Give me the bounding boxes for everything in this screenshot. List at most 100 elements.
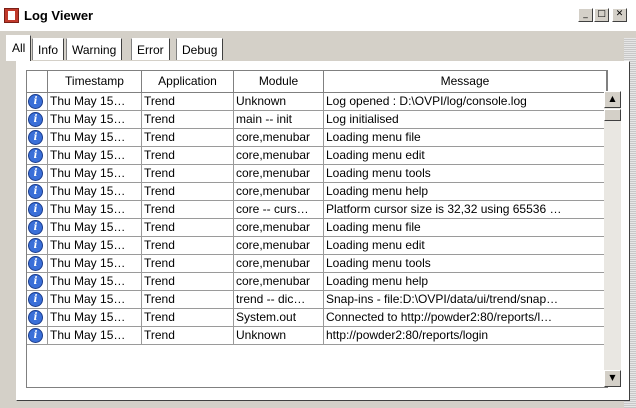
message-cell: Loading menu file: [324, 129, 607, 147]
application-cell: Trend: [142, 255, 234, 273]
application-cell: Trend: [142, 219, 234, 237]
row-icon-cell: i: [27, 237, 48, 255]
message-cell: Loading menu edit: [324, 147, 607, 165]
table-row[interactable]: i Thu May 15… Trend core,menubar Loading men…: [27, 255, 607, 273]
row-icon-cell: i: [27, 147, 48, 165]
timestamp-cell: Thu May 15…: [48, 327, 142, 345]
timestamp-cell: Thu May 15…: [48, 219, 142, 237]
info-icon: i: [28, 256, 43, 271]
application-cell: Trend: [142, 309, 234, 327]
table-row[interactable]: i Thu May 15… Trend core,menubar Loading men…: [27, 237, 607, 255]
timestamp-cell: Thu May 15…: [48, 147, 142, 165]
table-row[interactable]: i Thu May 15… Trend core,menubar Loading men…: [27, 219, 607, 237]
message-cell: Log initialised: [324, 111, 607, 129]
log-table: Timestamp Application Module Message i Th…: [26, 70, 608, 388]
vertical-scrollbar[interactable]: ▲ ▼: [604, 91, 621, 387]
column-header-message[interactable]: Message: [324, 71, 607, 93]
column-header-module[interactable]: Module: [234, 71, 324, 93]
row-icon-cell: i: [27, 93, 48, 111]
info-icon: i: [28, 310, 43, 325]
module-cell: core,menubar: [234, 219, 324, 237]
table-row[interactable]: i Thu May 15… Trend core -- curs… Platform c…: [27, 201, 607, 219]
app-icon: [4, 8, 19, 23]
column-header-icon[interactable]: [27, 71, 48, 93]
row-icon-cell: i: [27, 309, 48, 327]
module-cell: main -- init: [234, 111, 324, 129]
module-cell: core,menubar: [234, 129, 324, 147]
tab-info[interactable]: Info: [32, 38, 65, 60]
table-row[interactable]: i Thu May 15… Trend core,menubar Loading men…: [27, 273, 607, 291]
module-cell: Unknown: [234, 93, 324, 111]
table-row[interactable]: i Thu May 15… Trend core,menubar Loading men…: [27, 165, 607, 183]
timestamp-cell: Thu May 15…: [48, 273, 142, 291]
timestamp-cell: Thu May 15…: [48, 309, 142, 327]
tab-debug[interactable]: Debug: [176, 38, 224, 60]
tab-error[interactable]: Error: [131, 38, 170, 60]
table-row[interactable]: i Thu May 15… Trend Unknown Log opened : D:\…: [27, 93, 607, 111]
scroll-thumb[interactable]: [604, 109, 621, 121]
row-icon-cell: i: [27, 165, 48, 183]
table-row[interactable]: i Thu May 15… Trend System.out Connected to …: [27, 309, 607, 327]
row-icon-cell: i: [27, 255, 48, 273]
column-header-application[interactable]: Application: [142, 71, 234, 93]
scroll-down-button[interactable]: ▼: [604, 370, 621, 387]
message-cell: Platform cursor size is 32,32 using 6553…: [324, 201, 607, 219]
tab-all[interactable]: All: [6, 35, 32, 61]
message-cell: Loading menu tools: [324, 165, 607, 183]
log-viewer-window: Log Viewer _ □ ✕ All Info Warning Error …: [0, 0, 636, 408]
module-cell: Unknown: [234, 327, 324, 345]
info-icon: i: [28, 238, 43, 253]
minimize-button[interactable]: _: [578, 8, 593, 22]
info-icon: i: [28, 166, 43, 181]
timestamp-cell: Thu May 15…: [48, 183, 142, 201]
row-icon-cell: i: [27, 111, 48, 129]
row-icon-cell: i: [27, 291, 48, 309]
application-cell: Trend: [142, 147, 234, 165]
table-row[interactable]: i Thu May 15… Trend Unknown http://powder2:8…: [27, 327, 607, 345]
message-cell: Connected to http://powder2:80/reports/l…: [324, 309, 607, 327]
close-button[interactable]: ✕: [612, 8, 627, 22]
message-cell: Loading menu tools: [324, 255, 607, 273]
row-icon-cell: i: [27, 129, 48, 147]
timestamp-cell: Thu May 15…: [48, 255, 142, 273]
message-cell: http://powder2:80/reports/login: [324, 327, 607, 345]
table-row[interactable]: i Thu May 15… Trend core,menubar Loading men…: [27, 147, 607, 165]
row-icon-cell: i: [27, 183, 48, 201]
title-bar[interactable]: Log Viewer _ □ ✕: [0, 0, 636, 31]
application-cell: Trend: [142, 201, 234, 219]
tab-warning[interactable]: Warning: [66, 38, 123, 60]
module-cell: core,menubar: [234, 165, 324, 183]
window-title: Log Viewer: [24, 8, 94, 23]
message-cell: Log opened : D:\OVPI/log/console.log: [324, 93, 607, 111]
message-cell: Loading menu file: [324, 219, 607, 237]
info-icon: i: [28, 328, 43, 343]
column-header-timestamp[interactable]: Timestamp: [48, 71, 142, 93]
module-cell: trend -- dic…: [234, 291, 324, 309]
timestamp-cell: Thu May 15…: [48, 237, 142, 255]
info-icon: i: [28, 202, 43, 217]
module-cell: core,menubar: [234, 273, 324, 291]
application-cell: Trend: [142, 237, 234, 255]
application-cell: Trend: [142, 273, 234, 291]
message-cell: Loading menu help: [324, 183, 607, 201]
application-cell: Trend: [142, 129, 234, 147]
table-row[interactable]: i Thu May 15… Trend main -- init Log initial…: [27, 111, 607, 129]
table-row[interactable]: i Thu May 15… Trend trend -- dic… Snap-ins -…: [27, 291, 607, 309]
maximize-button[interactable]: □: [594, 8, 609, 22]
info-icon: i: [28, 94, 43, 109]
message-cell: Loading menu help: [324, 273, 607, 291]
module-cell: System.out: [234, 309, 324, 327]
application-cell: Trend: [142, 183, 234, 201]
scroll-up-button[interactable]: ▲: [604, 91, 621, 108]
info-icon: i: [28, 148, 43, 163]
row-icon-cell: i: [27, 219, 48, 237]
info-icon: i: [28, 292, 43, 307]
row-icon-cell: i: [27, 201, 48, 219]
table-row[interactable]: i Thu May 15… Trend core,menubar Loading men…: [27, 183, 607, 201]
message-cell: Snap-ins - file:D:\OVPI/data/ui/trend/sn…: [324, 291, 607, 309]
timestamp-cell: Thu May 15…: [48, 93, 142, 111]
application-cell: Trend: [142, 111, 234, 129]
application-cell: Trend: [142, 291, 234, 309]
application-cell: Trend: [142, 327, 234, 345]
table-row[interactable]: i Thu May 15… Trend core,menubar Loading men…: [27, 129, 607, 147]
